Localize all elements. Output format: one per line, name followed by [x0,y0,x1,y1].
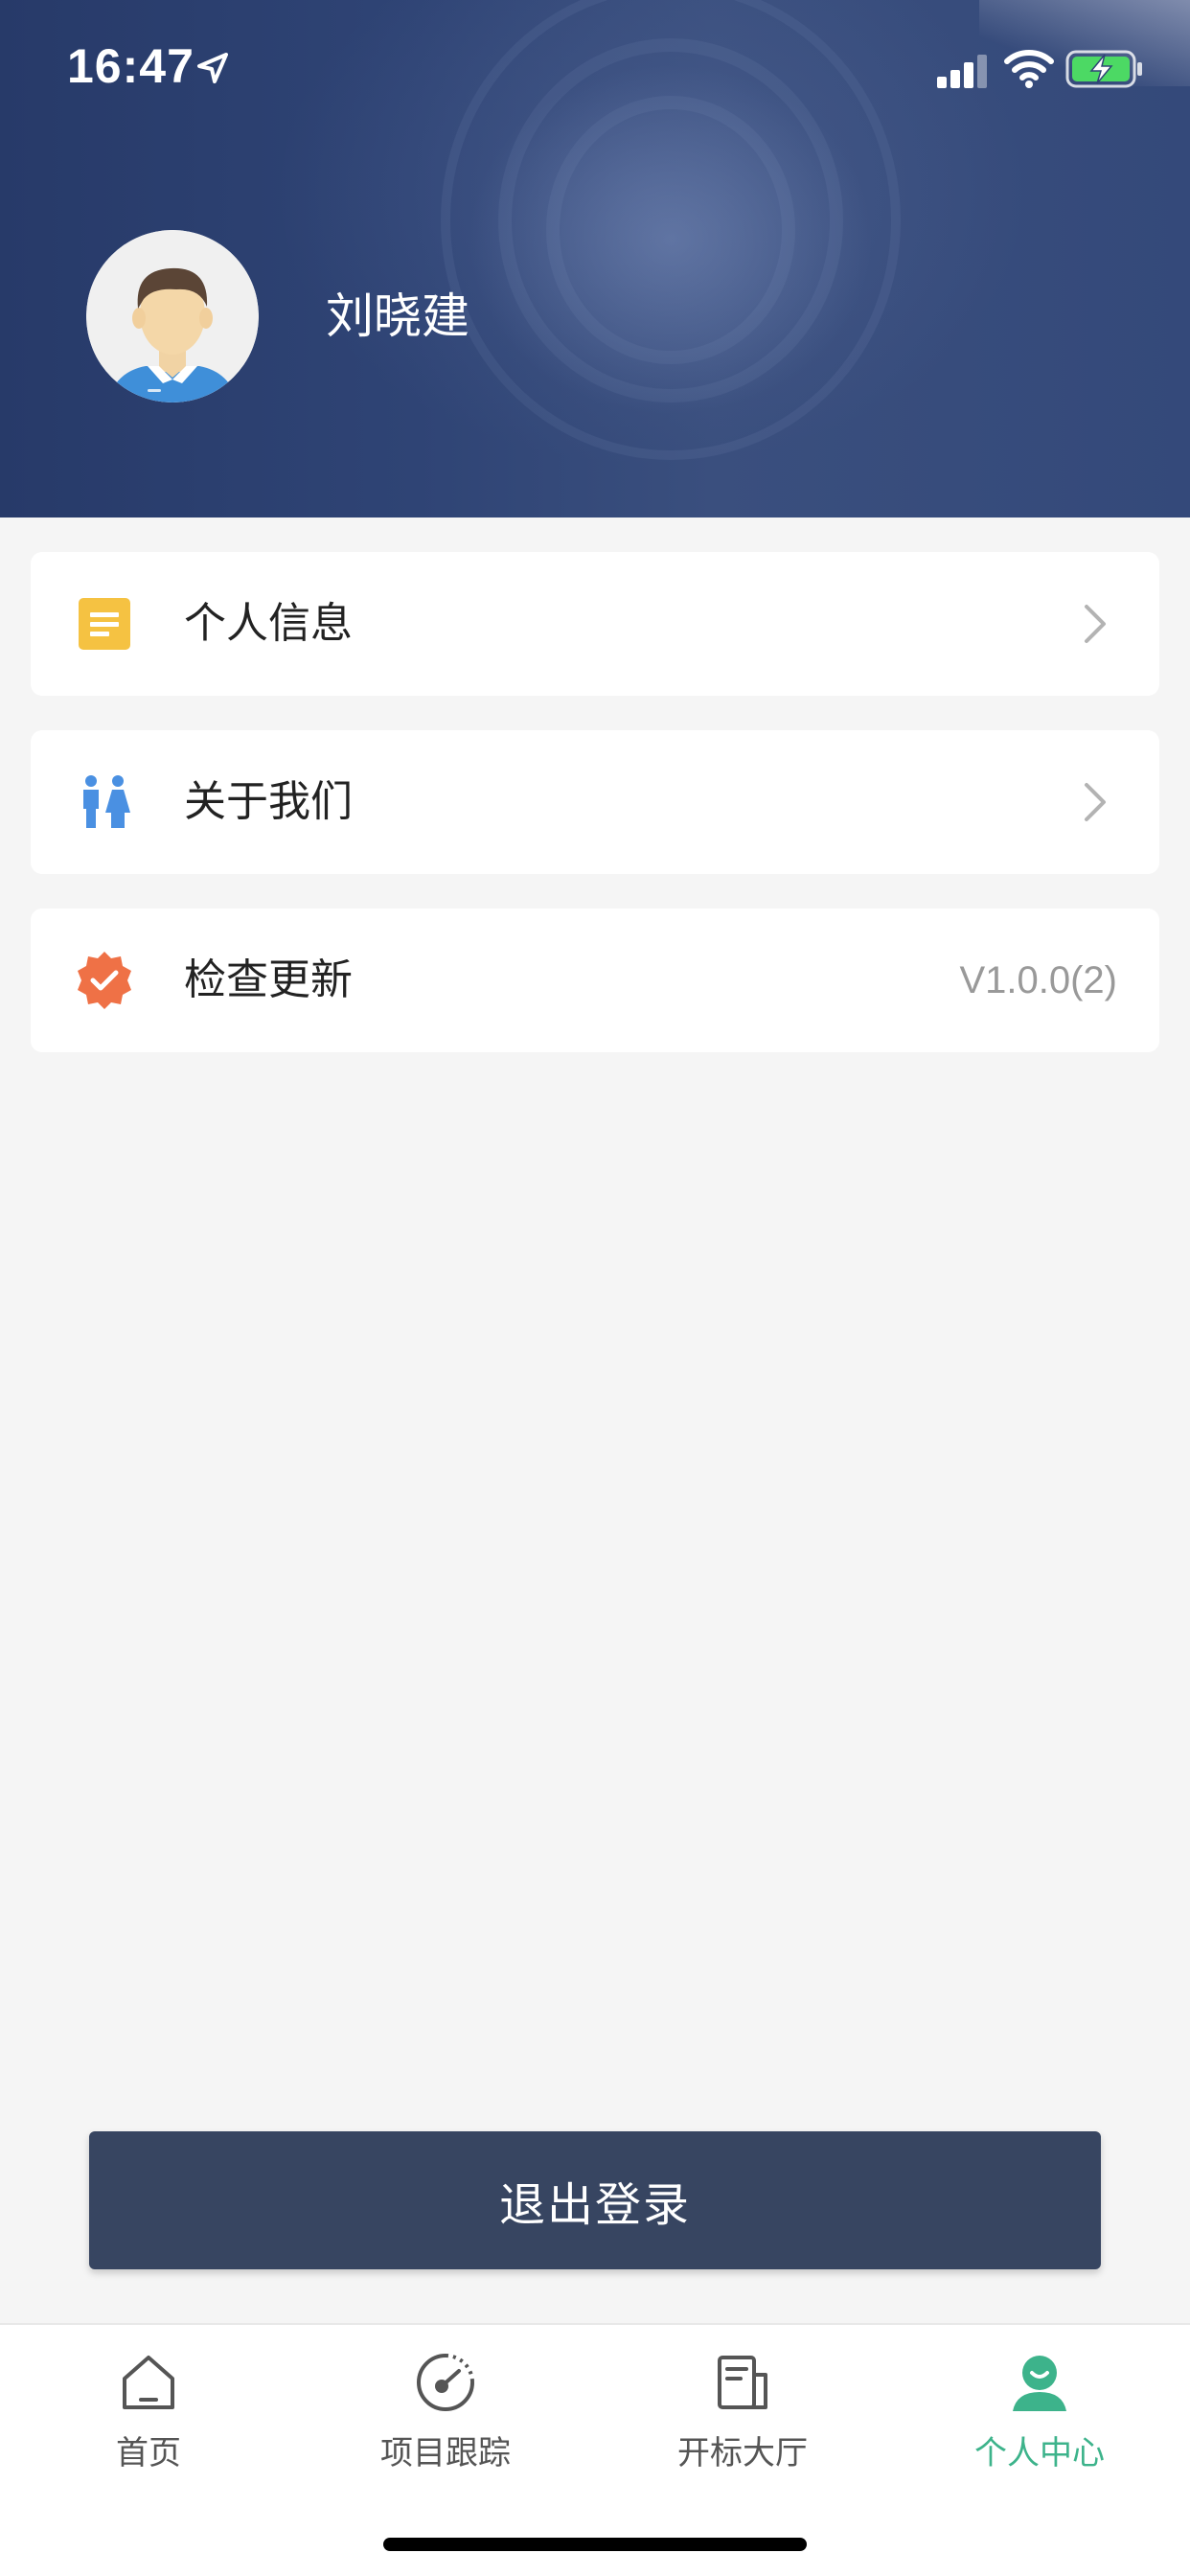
cellular-signal-icon [937,55,987,88]
tab-label: 首页 [116,2434,181,2472]
menu-item-label: 关于我们 [184,777,353,826]
wifi-icon [1004,50,1054,88]
newspaper-icon [718,2356,767,2409]
logout-button[interactable]: 退出登录 [89,2131,1101,2269]
tab-label: 项目跟踪 [380,2434,511,2472]
tab-label: 开标大厅 [677,2434,808,2472]
chevron-right-icon [1085,605,1106,643]
tab-label: 个人中心 [974,2434,1105,2472]
verified-badge-icon [78,952,131,1009]
tab-bid-hall[interactable]: 开标大厅 [594,2325,891,2507]
location-arrow-icon [197,53,228,83]
chevron-right-icon [1085,783,1106,821]
menu-item-label: 检查更新 [184,955,353,1004]
tab-home[interactable]: 首页 [0,2325,297,2507]
home-indicator[interactable] [383,2538,807,2551]
user-name: 刘晓建 [326,288,469,344]
menu-item-label: 个人信息 [184,599,353,648]
battery-charging-icon [1065,50,1142,88]
tab-project-tracking[interactable]: 项目跟踪 [297,2325,594,2507]
gauge-icon [417,2354,474,2411]
menu-item-check-update[interactable]: 检查更新 V1.0.0(2) [31,908,1159,1052]
status-time: 16:47 [67,39,195,93]
people-icon [83,775,130,828]
app-version: V1.0.0(2) [959,959,1117,1001]
male-avatar-icon [86,230,259,402]
menu-item-personal-info[interactable]: 个人信息 [31,552,1159,696]
home-icon [123,2356,174,2409]
status-bar: 16:47 [0,0,1190,144]
tab-personal-center[interactable]: 个人中心 [891,2325,1188,2507]
person-icon [1013,2356,1066,2411]
avatar[interactable] [86,230,259,402]
menu-item-about-us[interactable]: 关于我们 [31,730,1159,874]
profile-header: 16:47 刘晓建 [0,0,1190,518]
document-icon [79,598,130,650]
